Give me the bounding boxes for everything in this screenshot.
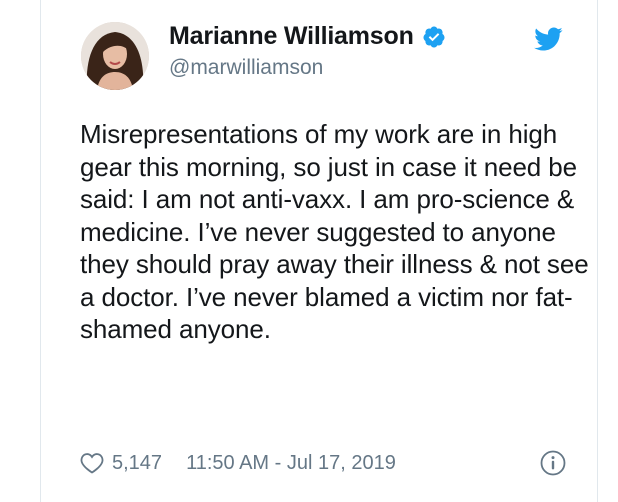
tweet-meta: 5,147 11:50 AM - Jul 17, 2019 [80,448,566,478]
like-count[interactable]: 5,147 [112,452,162,475]
verified-badge-icon [423,26,445,47]
author-name-row: Marianne Williamson [169,22,446,51]
heart-icon[interactable] [80,452,104,474]
info-icon[interactable] [540,450,566,476]
tweet-text: Misrepresentations of my work are in hig… [80,119,589,344]
avatar-image [81,22,149,90]
tweet-timestamp[interactable]: 11:50 AM - Jul 17, 2019 [186,452,396,475]
avatar[interactable] [81,22,149,90]
author-handle[interactable]: @marwilliamson [169,56,323,80]
tweet-card: Marianne Williamson @marwilliamson Misre… [40,0,598,502]
author-name[interactable]: Marianne Williamson [169,22,414,51]
twitter-bird-icon[interactable] [533,26,563,52]
